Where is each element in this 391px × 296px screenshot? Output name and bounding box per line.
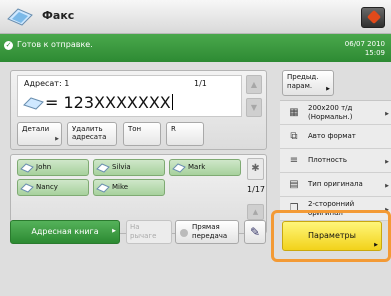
settings-column: Предыд. парам. ▶ ▦ 200x200 т/д (Нормальн… xyxy=(277,70,391,221)
delete-label: Удалить адресата xyxy=(72,125,107,141)
original-type-setting[interactable]: ▤ Тип оригинала ▶ xyxy=(280,173,391,197)
density-icon: ≡ xyxy=(289,155,299,166)
parameters-button[interactable]: Параметры ▶ xyxy=(282,221,382,251)
fax-number: = 123XXXXXXX xyxy=(23,93,173,112)
original-type-icon: ▤ xyxy=(289,179,299,190)
speed-dial-mark[interactable]: Mark xyxy=(169,159,241,176)
favorites-icon[interactable]: ✱ xyxy=(247,158,264,180)
pen-icon[interactable]: ✎ xyxy=(244,220,266,244)
status-message: Готов к отправке. xyxy=(17,40,93,49)
speed-dial-mike[interactable]: Mike xyxy=(93,179,165,196)
fax-icon xyxy=(7,8,33,26)
address-page: 1/1 xyxy=(194,79,207,88)
speed-dial-label: Nancy xyxy=(36,183,58,191)
density-setting[interactable]: ≡ Плотность ▶ xyxy=(280,149,391,173)
scroll-down-icon[interactable]: ▼ xyxy=(246,98,262,117)
previous-settings-button[interactable]: Предыд. парам. ▶ xyxy=(282,70,334,96)
fax-icon xyxy=(20,163,34,173)
arrow-icon: ▶ xyxy=(55,136,59,142)
date-time: 06/07 2010 15:09 xyxy=(345,40,385,58)
auto-format-icon: ⧉ xyxy=(290,131,298,142)
main-panel: Адресат: 1 1/1 = 123XXXXXXX ▲ ▼ Детали ▶… xyxy=(0,62,391,296)
speed-dial-silvia[interactable]: Silvia xyxy=(93,159,165,176)
fax-icon xyxy=(96,183,110,193)
title-bar: Факс xyxy=(0,0,391,34)
address-book-button[interactable]: Адресная книга ▶ xyxy=(10,220,120,244)
fax-icon xyxy=(96,163,110,173)
address-book-label: Адресная книга xyxy=(31,227,99,236)
settings-list: ▦ 200x200 т/д (Нормальн.) ▶ ⧉ Авто форма… xyxy=(280,100,391,221)
on-hook-label: На рычаге xyxy=(130,223,157,240)
arrow-icon: ▶ xyxy=(374,242,378,248)
bottom-row: Адресная книга ▶ На рычаге Прямая переда… xyxy=(10,220,267,246)
resolution-setting[interactable]: ▦ 200x200 т/д (Нормальн.) ▶ xyxy=(280,101,391,125)
setting-label: Плотность xyxy=(308,156,348,164)
radio-icon xyxy=(180,229,188,237)
arrow-icon: ▶ xyxy=(112,228,116,234)
details-label: Детали xyxy=(22,125,50,133)
details-button[interactable]: Детали ▶ xyxy=(17,122,62,146)
recipient-count: Адресат: 1 xyxy=(24,79,70,88)
direct-send-button[interactable]: Прямая передача xyxy=(175,220,239,244)
setting-label: Авто формат xyxy=(308,132,356,140)
direct-send-label: Прямая передача xyxy=(192,223,228,240)
tone-label: Тон xyxy=(128,125,142,133)
arrow-icon: ▶ xyxy=(326,86,330,92)
r-button[interactable]: R xyxy=(166,122,204,146)
scroll-up-icon[interactable]: ▲ xyxy=(246,75,262,94)
setting-label: 200x200 т/д (Нормальн.) xyxy=(308,103,353,121)
speed-dial-john[interactable]: John xyxy=(17,159,89,176)
speed-dial-nancy[interactable]: Nancy xyxy=(17,179,89,196)
arrow-icon: ▶ xyxy=(385,159,389,165)
address-area: Адресат: 1 1/1 = 123XXXXXXX ▲ ▼ Детали ▶… xyxy=(10,70,267,150)
arrow-icon: ▶ xyxy=(385,111,389,117)
arrow-icon: ▶ xyxy=(385,183,389,189)
tone-button[interactable]: Тон xyxy=(123,122,161,146)
fax-icon xyxy=(20,183,34,193)
speed-dial-label: John xyxy=(36,163,52,171)
address-display[interactable]: Адресат: 1 1/1 = 123XXXXXXX xyxy=(17,75,242,117)
resolution-icon: ▦ xyxy=(289,107,299,118)
speed-dial-label: Silvia xyxy=(112,163,131,171)
diamond-icon xyxy=(366,9,382,25)
scroll-up-icon[interactable]: ▲ xyxy=(247,204,264,220)
fax-number-icon xyxy=(23,97,44,110)
previous-settings-label: Предыд. парам. xyxy=(287,73,319,90)
speed-dial-label: Mark xyxy=(188,163,206,171)
r-label: R xyxy=(171,125,176,133)
fax-number-text: = 123XXXXXXX xyxy=(45,93,171,112)
status-bar: ✓ Готов к отправке. 06/07 2010 15:09 xyxy=(0,34,391,62)
on-hook-button[interactable]: На рычаге xyxy=(126,220,172,244)
delete-recipient-button[interactable]: Удалить адресата xyxy=(67,122,117,146)
system-monitor-button[interactable] xyxy=(361,7,385,28)
address-scroll: ▲ ▼ xyxy=(246,75,262,117)
status-ok-icon: ✓ xyxy=(4,41,13,50)
speed-dial-label: Mike xyxy=(112,183,129,191)
status-time: 15:09 xyxy=(364,49,385,57)
speed-dial-page: 1/17 xyxy=(247,185,265,194)
parameters-label: Параметры xyxy=(308,231,356,240)
setting-label: Тип оригинала xyxy=(308,180,363,188)
status-date: 06/07 2010 xyxy=(344,40,385,48)
page-title: Факс xyxy=(42,9,75,22)
params-highlight: Параметры ▶ xyxy=(271,210,391,262)
fax-icon xyxy=(172,163,186,173)
auto-format-setting[interactable]: ⧉ Авто формат xyxy=(280,125,391,149)
